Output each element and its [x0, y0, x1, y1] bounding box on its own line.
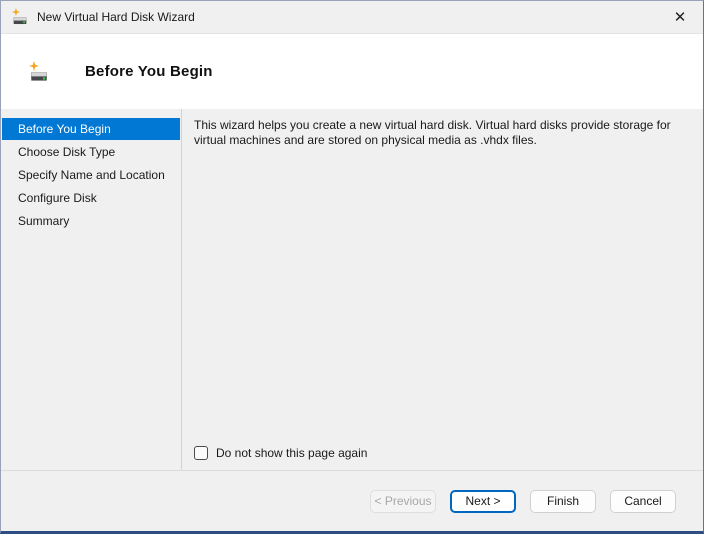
button-bar: < Previous Next > Finish Cancel [1, 470, 703, 531]
previous-button: < Previous [370, 489, 436, 513]
do-not-show-again-row[interactable]: Do not show this page again [194, 446, 367, 460]
cancel-button[interactable]: Cancel [610, 489, 676, 513]
virtual-hard-disk-page-icon [28, 60, 50, 83]
page-header: Before You Begin [1, 34, 703, 109]
wizard-steps-sidebar: Before You Begin Choose Disk Type Specif… [1, 109, 182, 470]
page-title: Before You Begin [85, 63, 213, 80]
do-not-show-again-label: Do not show this page again [216, 446, 368, 460]
wizard-window: New Virtual Hard Disk Wizard ✕ Before Yo… [0, 0, 704, 534]
sidebar-item-specify-name-and-location[interactable]: Specify Name and Location [2, 164, 180, 186]
close-icon: ✕ [673, 8, 687, 26]
title-bar: New Virtual Hard Disk Wizard ✕ [1, 1, 703, 34]
sidebar-item-configure-disk[interactable]: Configure Disk [2, 187, 180, 209]
window-title: New Virtual Hard Disk Wizard [37, 10, 195, 24]
page-description: This wizard helps you create a new virtu… [194, 118, 671, 147]
wizard-body: Before You Begin Choose Disk Type Specif… [1, 109, 703, 470]
wizard-page-content: This wizard helps you create a new virtu… [182, 109, 703, 470]
sidebar-item-before-you-begin[interactable]: Before You Begin [2, 118, 180, 140]
virtual-hard-disk-icon [11, 8, 29, 26]
next-button[interactable]: Next > [450, 489, 516, 513]
do-not-show-again-checkbox[interactable] [194, 446, 208, 460]
sidebar-item-choose-disk-type[interactable]: Choose Disk Type [2, 141, 180, 163]
sidebar-item-summary[interactable]: Summary [2, 210, 180, 232]
close-button[interactable]: ✕ [657, 1, 703, 33]
finish-button[interactable]: Finish [530, 489, 596, 513]
